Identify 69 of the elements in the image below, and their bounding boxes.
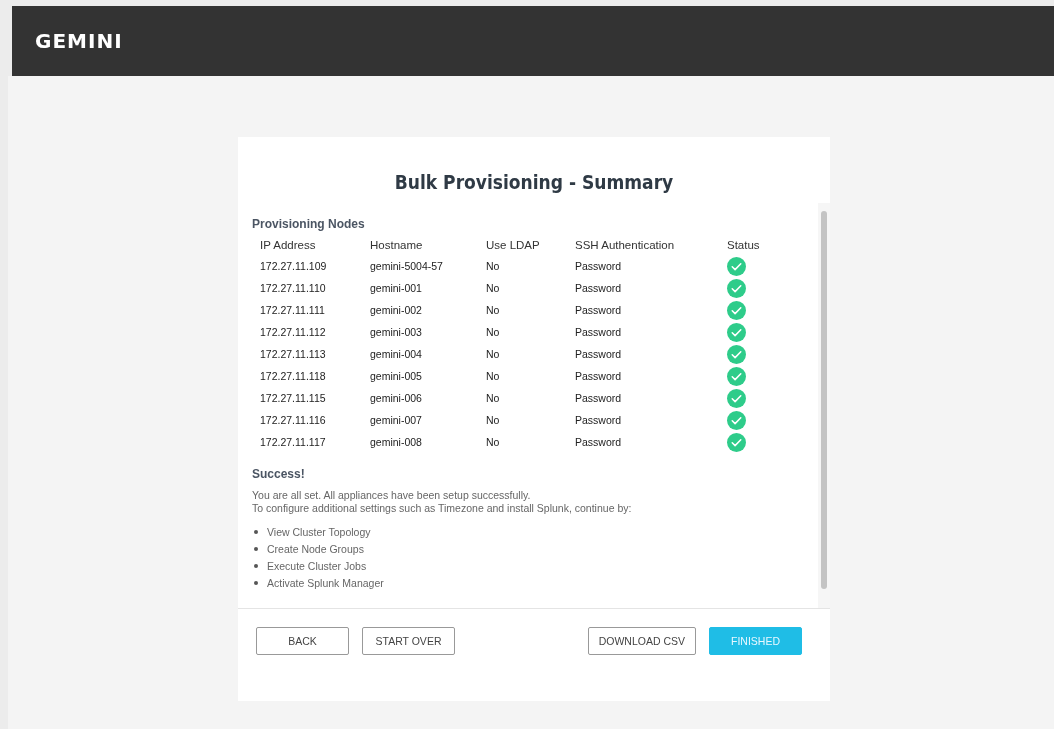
check-circle-icon [727, 432, 746, 452]
table-cell: 172.27.11.111 [260, 299, 370, 321]
check-circle-icon [727, 366, 746, 386]
table-cell: No [486, 365, 575, 387]
table-cell: Password [575, 431, 727, 453]
scrollbar-track[interactable] [818, 203, 830, 608]
check-circle-icon [727, 344, 746, 364]
table-cell: gemini-005 [370, 365, 486, 387]
table-cell: No [486, 255, 575, 277]
table-cell: 172.27.11.116 [260, 409, 370, 431]
message-text: To configure additional settings such as Timezone and install Splunk, continue by: [252, 502, 633, 515]
table-cell: gemini-002 [370, 299, 486, 321]
nav-button[interactable]: START OVER [362, 627, 455, 655]
table-cell: 172.27.11.109 [260, 255, 370, 277]
column-header: SSH Authentication [575, 239, 727, 255]
column-header: IP Address [260, 239, 370, 255]
action-button[interactable]: DOWNLOAD CSV [587, 627, 696, 655]
column-header: Hostname [370, 239, 486, 255]
table-cell: Password [575, 255, 727, 277]
table-cell: No [486, 409, 575, 431]
column-header: Use LDAP [486, 239, 575, 255]
logo: GEMINI [35, 29, 123, 53]
table-cell: Password [575, 299, 727, 321]
check-circle-icon [727, 256, 746, 276]
table-cell: Password [575, 321, 727, 343]
table-cell: Password [575, 277, 727, 299]
next-step-item: Create Node Groups [267, 542, 364, 555]
table-cell: No [486, 321, 575, 343]
table-cell: Password [575, 343, 727, 365]
table-cell: gemini-003 [370, 321, 486, 343]
next-step-item: View Cluster Topology [267, 525, 371, 538]
check-circle-icon [727, 278, 746, 298]
page-title: Bulk Provisioning - Summary [393, 171, 675, 193]
bullet-icon [254, 529, 258, 534]
check-circle-icon [727, 388, 746, 408]
next-step-item: Activate Splunk Manager [267, 576, 384, 589]
check-circle-icon [727, 410, 746, 430]
message-text: You are all set. All appliances have been setup successfully. [252, 489, 532, 502]
table-cell: gemini-007 [370, 409, 486, 431]
table-cell: No [486, 277, 575, 299]
next-step-item: Execute Cluster Jobs [267, 559, 367, 572]
table-cell: 172.27.11.117 [260, 431, 370, 453]
table-cell: No [486, 431, 575, 453]
table-cell: No [486, 299, 575, 321]
column-header: Status [727, 239, 760, 253]
table-cell: 172.27.11.113 [260, 343, 370, 365]
check-circle-icon [727, 322, 746, 342]
table-cell: No [486, 387, 575, 409]
scrollbar-thumb[interactable] [821, 211, 827, 589]
bullet-icon [254, 546, 258, 551]
table-cell: No [486, 343, 575, 365]
table-cell: gemini-001 [370, 277, 486, 299]
table-cell: gemini-006 [370, 387, 486, 409]
table-cell: Password [575, 409, 727, 431]
table-cell: 172.27.11.118 [260, 365, 370, 387]
table-cell: gemini-004 [370, 343, 486, 365]
table-cell: 172.27.11.115 [260, 387, 370, 409]
nav-button[interactable]: BACK [256, 627, 349, 655]
bullet-icon [254, 580, 258, 585]
table-cell: 172.27.11.112 [260, 321, 370, 343]
table-cell: Password [575, 387, 727, 409]
table-cell: gemini-008 [370, 431, 486, 453]
success-heading: Success! [252, 467, 306, 481]
table-cell: Password [575, 365, 727, 387]
section-title: Provisioning Nodes [252, 217, 366, 231]
table-cell: gemini-5004-57 [370, 255, 486, 277]
check-circle-icon [727, 300, 746, 320]
table-cell: 172.27.11.110 [260, 277, 370, 299]
bullet-icon [254, 563, 258, 568]
